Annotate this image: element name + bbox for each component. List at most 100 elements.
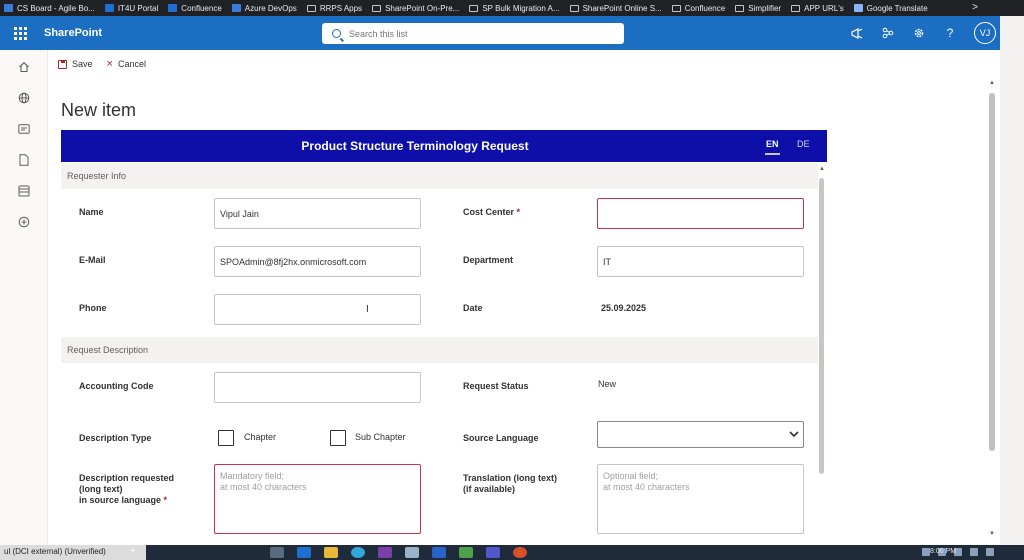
onenote-icon[interactable] (378, 547, 392, 558)
bookmark-item[interactable]: SharePoint On-Pre... (372, 4, 459, 13)
phone-field[interactable]: I (214, 294, 421, 325)
required-marker: * (163, 495, 168, 505)
folder-icon (469, 4, 479, 12)
news-icon[interactable] (15, 120, 33, 138)
teams-icon[interactable] (486, 547, 500, 558)
date-label: Date (463, 303, 483, 313)
edge-browser-icon[interactable] (351, 547, 365, 558)
bookmark-item[interactable]: APP URL's (791, 4, 844, 13)
description-requested-textarea[interactable]: Mandatory field; at most 40 characters (214, 464, 421, 534)
bookmark-item[interactable]: CS Board - Agile Bo... (4, 4, 95, 13)
devops-icon (231, 4, 241, 12)
app-icon[interactable] (513, 547, 527, 558)
bookmark-label: SharePoint Online S... (582, 3, 662, 13)
share-network-icon[interactable] (879, 24, 897, 42)
bookmark-item[interactable]: Azure DevOps (231, 3, 297, 13)
save-button[interactable]: Save (58, 59, 93, 69)
help-icon[interactable]: ? (941, 24, 959, 42)
section-requester-info: Requester Info (61, 163, 818, 189)
file-icon[interactable] (15, 151, 33, 169)
email-field[interactable]: SPOAdmin@8fj2hx.onmicrosoft.com (214, 246, 421, 277)
page-scroll-up-arrow[interactable]: ▲ (989, 80, 995, 86)
bookmark-label: APP URL's (804, 3, 844, 13)
language-toggle-en[interactable]: EN (765, 139, 780, 155)
form-scroll-up-arrow[interactable]: ▲ (819, 166, 825, 172)
portal-icon (104, 4, 114, 12)
clock[interactable]: 8:06 PM (930, 548, 956, 555)
cost-center-field[interactable] (597, 198, 804, 229)
megaphone-icon[interactable] (848, 24, 866, 42)
bookmark-item[interactable]: SP Bulk Migration A... (469, 4, 560, 13)
folder-icon (671, 4, 681, 12)
phone-label: Phone (79, 303, 107, 313)
globe-icon[interactable] (15, 89, 33, 107)
bookmarks-bar: CS Board - Agile Bo... IT4U Portal Conflue… (0, 0, 1024, 16)
text-cursor-icon: I (366, 304, 369, 315)
bookmark-item[interactable]: Confluence (168, 3, 222, 13)
home-icon[interactable] (15, 58, 33, 76)
jira-icon (4, 4, 13, 12)
bookmark-item[interactable]: RRPS Apps (306, 3, 363, 13)
app-name[interactable]: SharePoint (44, 27, 102, 39)
taskbar-apps (270, 547, 527, 558)
translation-textarea[interactable]: Optional field; at most 40 characters (597, 464, 804, 534)
avatar[interactable]: VJ (974, 22, 996, 44)
bookmark-item[interactable]: SharePoint Online S... (569, 3, 662, 13)
app-icon[interactable] (459, 547, 473, 558)
outlook-icon[interactable] (297, 547, 311, 558)
tray-icon[interactable] (922, 548, 930, 556)
email-label: E-Mail (79, 255, 106, 265)
volume-icon[interactable] (986, 548, 994, 556)
name-field[interactable]: Vipul Jain (214, 198, 421, 229)
search-icon (332, 29, 341, 38)
folder-icon (569, 4, 579, 12)
accounting-code-label: Accounting Code (79, 381, 154, 391)
cancel-button[interactable]: × Cancel (107, 58, 146, 69)
accounting-code-field[interactable] (214, 372, 421, 403)
sub-chapter-checkbox[interactable] (330, 430, 346, 446)
date-value: 25.09.2025 (601, 303, 647, 313)
left-nav-rail (0, 50, 48, 545)
form-scrollbar-thumb[interactable] (819, 178, 824, 474)
add-circle-icon[interactable] (15, 213, 33, 231)
page-scroll-down-arrow[interactable]: ▼ (989, 531, 995, 537)
bookmark-label: Azure DevOps (244, 3, 297, 13)
department-field[interactable]: IT (597, 246, 804, 277)
bookmark-label: Confluence (684, 3, 726, 13)
bookmark-item[interactable]: IT4U Portal (104, 4, 158, 13)
folder-icon (791, 4, 801, 12)
file-explorer-icon[interactable] (324, 547, 338, 558)
search-input[interactable] (349, 28, 599, 39)
app-icon[interactable] (432, 547, 446, 558)
required-marker: * (516, 207, 521, 217)
sub-chapter-checkbox-label: Sub Chapter (355, 432, 406, 442)
bookmark-item[interactable]: Google Translate (853, 3, 928, 13)
bookmarks-overflow-chevron[interactable]: > (972, 2, 978, 13)
app-icon[interactable] (405, 547, 419, 558)
task-view-icon[interactable] (270, 547, 284, 558)
cancel-button-label: Cancel (117, 59, 146, 69)
language-toggle-de[interactable]: DE (797, 139, 810, 149)
page-scrollbar-thumb[interactable] (989, 93, 995, 451)
new-tab-plus-icon[interactable]: + (130, 546, 136, 557)
wifi-icon[interactable] (970, 548, 978, 556)
source-language-dropdown[interactable] (597, 421, 804, 448)
bookmark-label: Google Translate (866, 3, 928, 13)
bookmark-item[interactable]: Simplifier (735, 4, 781, 13)
translation-label: Translation (long text) (if available) (463, 473, 558, 494)
department-label: Department (463, 255, 514, 265)
search-box[interactable] (322, 23, 624, 44)
chapter-checkbox[interactable] (218, 430, 234, 446)
list-icon[interactable] (15, 182, 33, 200)
bookmark-label: Confluence (181, 3, 222, 13)
gear-icon[interactable] (910, 24, 928, 42)
description-requested-label: Description requested (long text) in sourc… (79, 473, 175, 505)
app-launcher-waffle-icon[interactable] (0, 16, 40, 50)
form-banner: Product Structure Terminology Request EN… (61, 130, 827, 162)
folder-icon (735, 4, 745, 12)
bookmark-label: CS Board - Agile Bo... (17, 3, 95, 13)
bookmark-label: RRPS Apps (319, 3, 363, 13)
bookmark-item[interactable]: Confluence (671, 3, 726, 13)
form-body: Requester Info Name Vipul Jain Cost Cent… (61, 162, 827, 546)
section-request-description: Request Description (61, 337, 818, 363)
